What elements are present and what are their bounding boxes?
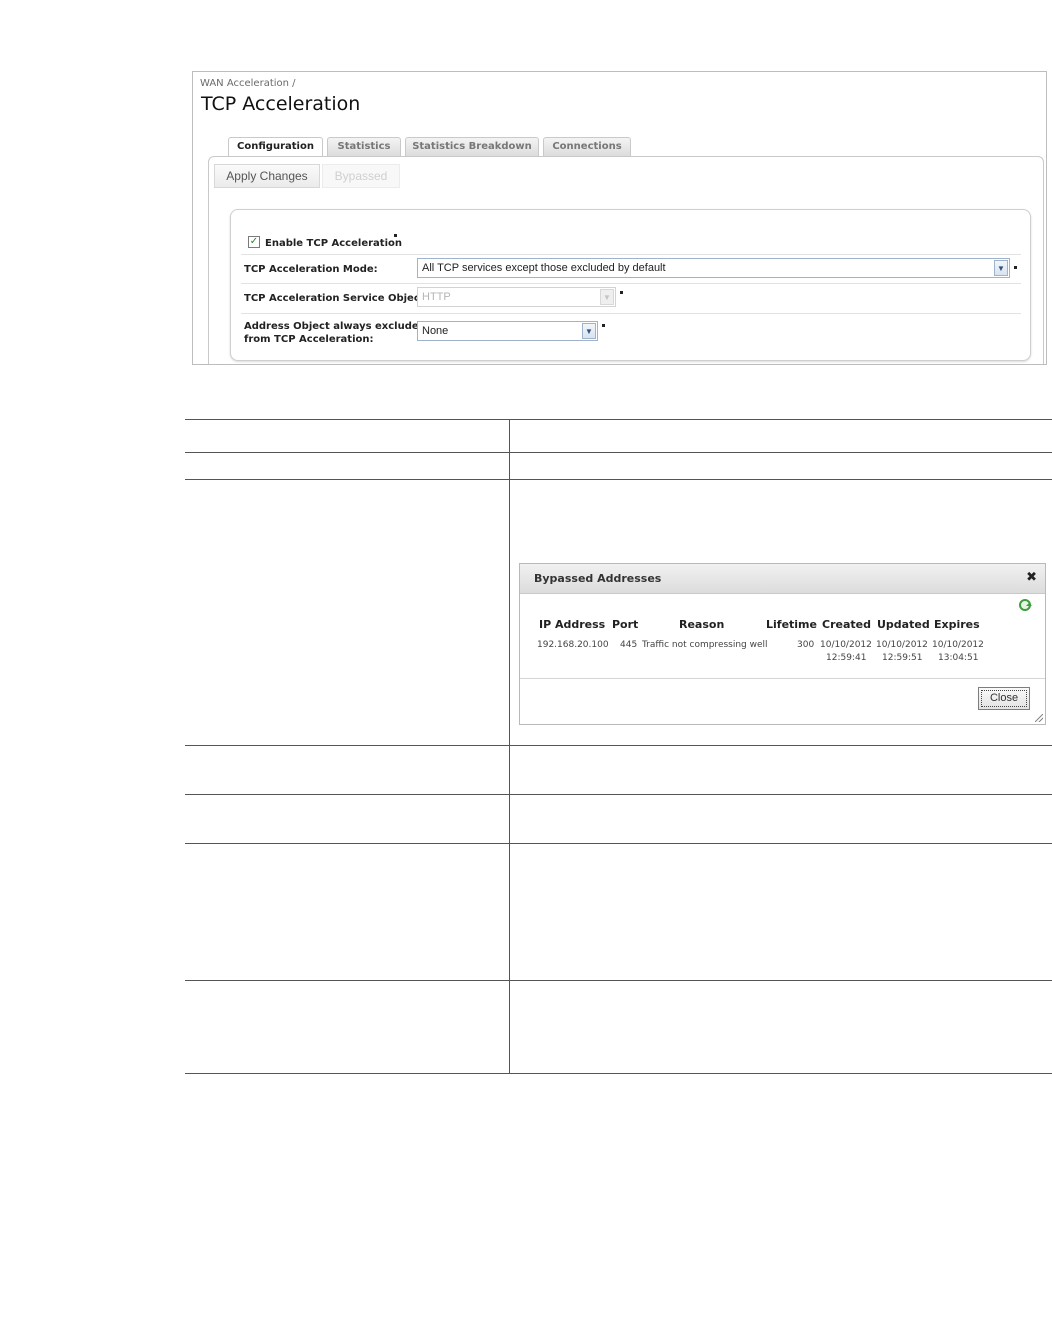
chevron-down-icon: ▼ <box>994 260 1008 276</box>
tooltip-marker-icon <box>602 324 605 327</box>
column-header-lifetime: Lifetime <box>766 618 817 631</box>
page-title: TCP Acceleration <box>201 93 361 115</box>
address-select-value: None <box>422 325 449 337</box>
column-header-ip: IP Address <box>539 618 606 631</box>
bypassed-button[interactable]: Bypassed <box>322 164 400 188</box>
tooltip-marker-icon <box>620 291 623 294</box>
dialog-header: Bypassed Addresses ✖ <box>520 564 1045 594</box>
column-header-expires: Expires <box>934 618 980 631</box>
cell-updated-time: 12:59:51 <box>882 653 923 663</box>
cell-created-time: 12:59:41 <box>826 653 867 663</box>
cell-expires-time: 13:04:51 <box>938 653 979 663</box>
tab-statistics-breakdown[interactable]: Statistics Breakdown <box>405 137 539 156</box>
cell-lifetime: 300 <box>797 640 815 650</box>
service-select[interactable]: HTTP ▼ <box>417 287 616 307</box>
tooltip-marker-icon <box>1014 266 1017 269</box>
settings-form: ✓ Enable TCP Acceleration TCP Accelerati… <box>230 209 1031 361</box>
resize-grip-icon[interactable] <box>1035 714 1043 722</box>
table-rule <box>185 745 1052 746</box>
cell-expires-date: 10/10/2012 <box>932 640 984 650</box>
column-header-reason: Reason <box>679 618 725 631</box>
tab-configuration[interactable]: Configuration <box>228 137 323 157</box>
dialog-divider <box>520 678 1045 679</box>
mode-select[interactable]: All TCP services except those excluded b… <box>417 258 1010 278</box>
table-rule <box>185 794 1052 795</box>
table-rule <box>185 419 1052 420</box>
table-rule <box>185 452 1052 453</box>
breadcrumb[interactable]: WAN Acceleration / <box>200 78 296 89</box>
close-icon[interactable]: ✖ <box>1026 570 1037 585</box>
address-select[interactable]: None ▼ <box>417 321 598 341</box>
address-row: Address Object always excluded from TCP … <box>241 314 1021 350</box>
refresh-icon[interactable] <box>1019 599 1032 611</box>
cell-updated-date: 10/10/2012 <box>876 640 928 650</box>
cell-ip: 192.168.20.100 <box>537 640 609 650</box>
service-label: TCP Acceleration Service Object: <box>244 293 429 304</box>
enable-row: ✓ Enable TCP Acceleration <box>241 228 1021 255</box>
tcp-acceleration-screenshot: WAN Acceleration / TCP Acceleration Conf… <box>192 71 1047 365</box>
dialog-title: Bypassed Addresses <box>534 572 662 585</box>
mode-label: TCP Acceleration Mode: <box>244 264 378 275</box>
table-rule <box>185 980 1052 981</box>
table-rule <box>185 1073 1052 1074</box>
enable-label: Enable TCP Acceleration <box>265 238 402 249</box>
table-column-divider <box>509 419 510 1074</box>
service-row: TCP Acceleration Service Object: HTTP ▼ <box>241 284 1021 314</box>
column-header-created: Created <box>822 618 871 631</box>
address-label: Address Object always excluded from TCP … <box>244 320 426 346</box>
tab-connections[interactable]: Connections <box>543 137 631 156</box>
chevron-down-icon: ▼ <box>582 323 596 339</box>
address-label-line1: Address Object always excluded <box>244 321 426 332</box>
bypassed-addresses-dialog: Bypassed Addresses ✖ IP Address Port Rea… <box>519 563 1046 725</box>
enable-checkbox[interactable]: ✓ <box>248 236 260 248</box>
mode-select-value: All TCP services except those excluded b… <box>422 262 666 274</box>
column-header-port: Port <box>612 618 639 631</box>
chevron-down-icon: ▼ <box>600 289 614 305</box>
cell-created-date: 10/10/2012 <box>820 640 872 650</box>
tooltip-marker-icon <box>394 234 397 237</box>
cell-port: 445 <box>620 640 638 650</box>
address-label-line2: from TCP Acceleration: <box>244 334 374 345</box>
tab-statistics[interactable]: Statistics <box>327 137 401 156</box>
service-select-value: HTTP <box>422 291 451 303</box>
table-rule <box>185 843 1052 844</box>
cell-reason: Traffic not compressing well <box>642 640 768 650</box>
table-rule <box>185 479 1052 480</box>
apply-changes-button[interactable]: Apply Changes <box>214 164 320 188</box>
mode-row: TCP Acceleration Mode: All TCP services … <box>241 255 1021 284</box>
close-button[interactable]: Close <box>978 687 1030 710</box>
column-header-updated: Updated <box>877 618 930 631</box>
